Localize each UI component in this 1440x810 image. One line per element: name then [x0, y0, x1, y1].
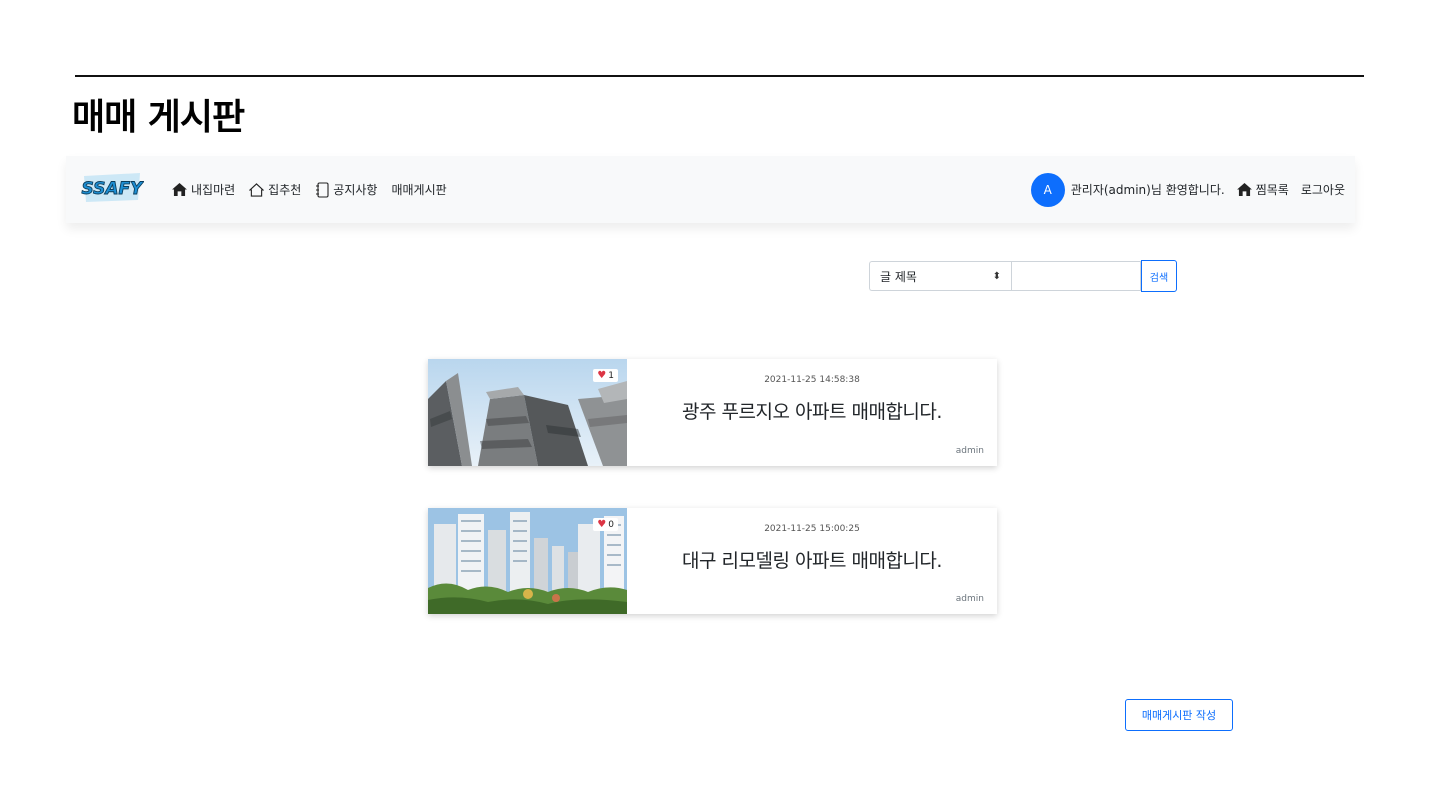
house-fill-icon [172, 183, 187, 196]
heart-icon: ♥ [597, 519, 607, 530]
top-divider [75, 75, 1364, 77]
search-input[interactable] [1011, 261, 1141, 291]
like-badge[interactable]: ♥ 0 [593, 518, 618, 531]
nav-item-recommend[interactable]: 집추천 [249, 181, 301, 198]
search-bar: 글 제목 ⬍ 검색 [869, 260, 1177, 293]
post-body[interactable]: 2021-11-25 14:58:38 광주 푸르지오 아파트 매매합니다. a… [627, 359, 997, 466]
nav-item-home[interactable]: 내집마련 [172, 181, 235, 198]
navbar: SSAFY 내집마련 집추천 공지사항 매매게시판 A 관리자(admin)님 … [66, 156, 1355, 223]
post-author: admin [955, 594, 984, 604]
search-button[interactable]: 검색 [1141, 260, 1177, 292]
house-outline-icon [249, 182, 265, 197]
heart-icon: ♥ [597, 370, 607, 381]
post-title[interactable]: 광주 푸르지오 아파트 매매합니다. [627, 397, 997, 424]
search-type-select[interactable]: 글 제목 ⬍ [869, 261, 1011, 291]
welcome-text: 관리자(admin)님 환영합니다. [1070, 183, 1225, 197]
favorites-link[interactable]: 찜목록 [1236, 181, 1289, 198]
avatar[interactable]: A [1030, 172, 1065, 207]
post-card[interactable]: ♥ 0 2021-11-25 15:00:25 대구 리모델링 아파트 매매합니… [428, 508, 997, 614]
post-thumbnail[interactable]: ♥ 0 [428, 508, 627, 614]
logout-link[interactable]: 로그아웃 [1301, 181, 1345, 198]
post-card[interactable]: ♥ 1 2021-11-25 14:58:38 광주 푸르지오 아파트 매매합니… [428, 359, 997, 466]
nav-item-label: 매매게시판 [391, 183, 447, 197]
write-post-button[interactable]: 매매게시판 작성 [1125, 699, 1233, 731]
post-date: 2021-11-25 14:58:38 [764, 375, 860, 385]
house-fill-icon [1236, 183, 1252, 196]
post-date: 2021-11-25 15:00:25 [764, 524, 860, 534]
nav-item-label: 공지사항 [333, 183, 378, 197]
nav-item-label: 집추천 [268, 183, 302, 197]
ssafy-logo[interactable]: SSAFY [80, 170, 144, 204]
page-title: 매매 게시판 [72, 97, 245, 138]
search-type-value: 글 제목 [880, 269, 917, 284]
logout-label: 로그아웃 [1300, 183, 1345, 197]
select-arrows-icon: ⬍ [992, 270, 1001, 282]
notebook-icon [316, 181, 329, 198]
svg-text:SSAFY: SSAFY [82, 179, 144, 199]
nav-item-label: 내집마련 [191, 183, 236, 197]
like-badge[interactable]: ♥ 1 [593, 369, 618, 382]
nav-item-notice[interactable]: 공지사항 [315, 181, 377, 198]
post-author: admin [955, 446, 984, 456]
post-title[interactable]: 대구 리모델링 아파트 매매합니다. [627, 546, 997, 573]
post-thumbnail[interactable]: ♥ 1 [428, 359, 627, 466]
favorites-label: 찜목록 [1255, 183, 1289, 197]
nav-item-board[interactable]: 매매게시판 [391, 181, 446, 198]
post-body[interactable]: 2021-11-25 15:00:25 대구 리모델링 아파트 매매합니다. a… [627, 508, 997, 614]
like-count: 0 [608, 519, 614, 530]
like-count: 1 [608, 370, 614, 381]
